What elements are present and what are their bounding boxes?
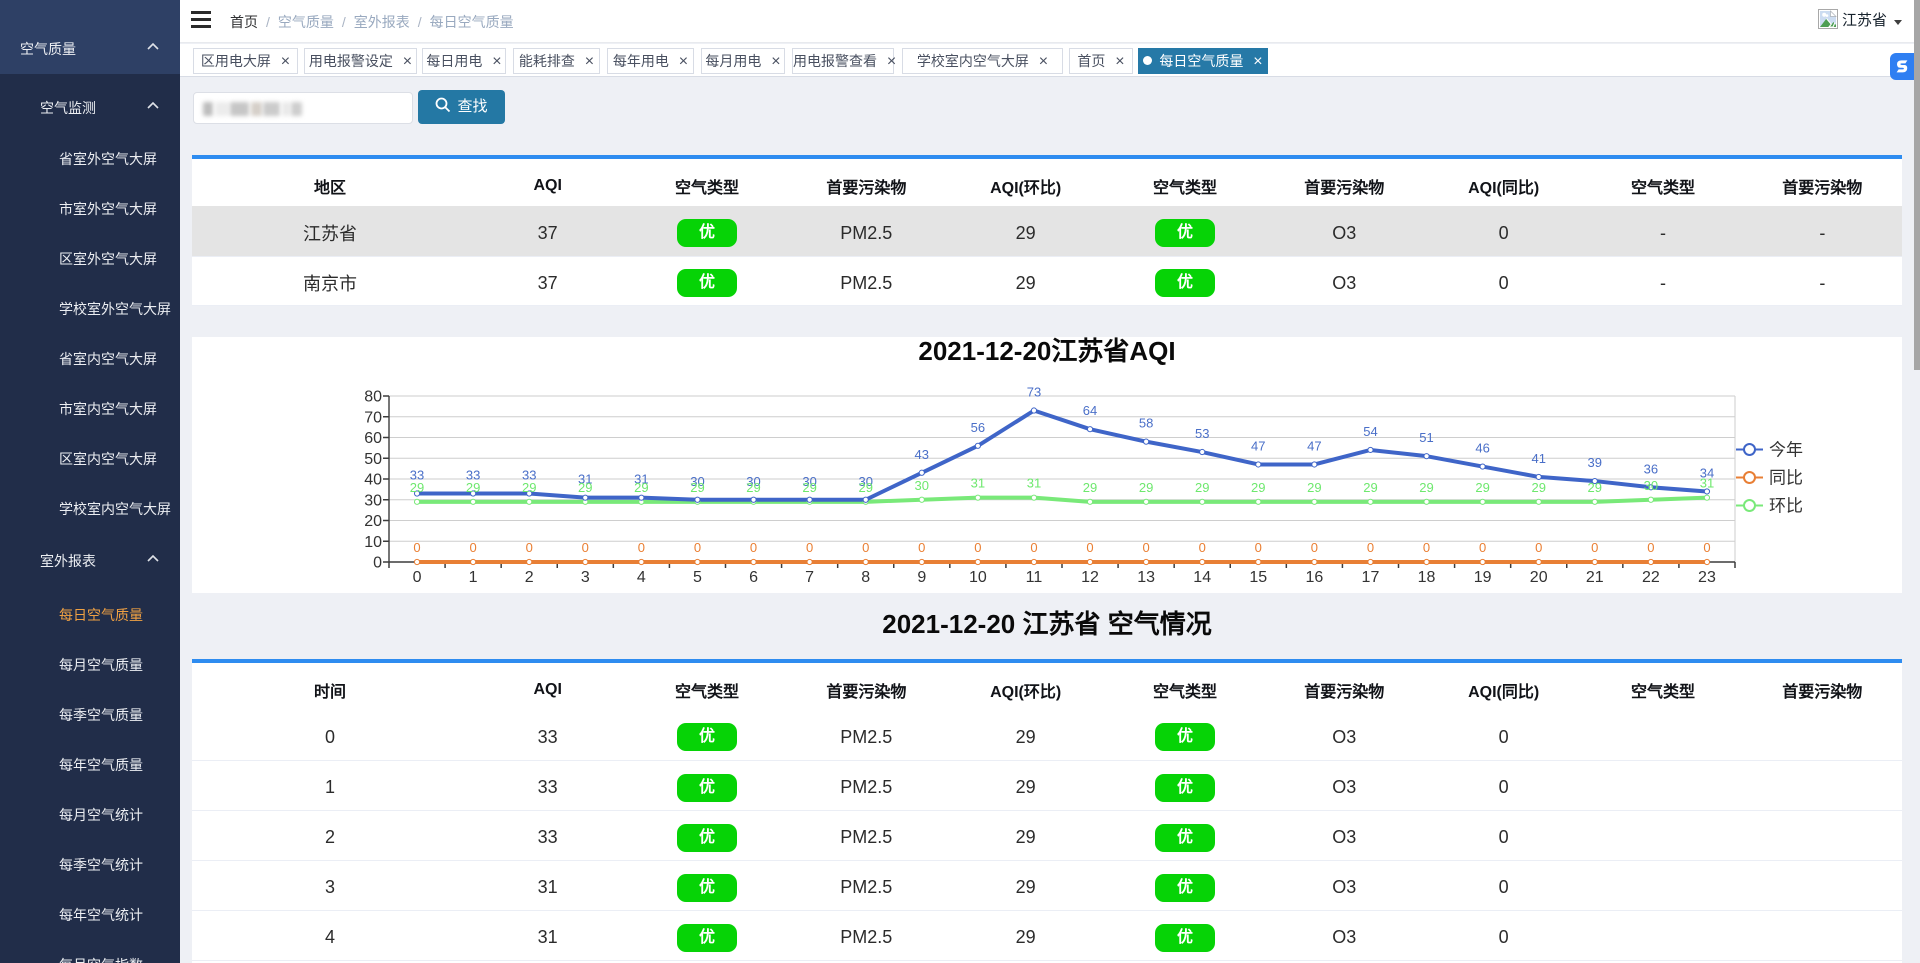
svg-text:0: 0 xyxy=(918,540,925,555)
svg-text:47: 47 xyxy=(1307,438,1321,453)
svg-text:23: 23 xyxy=(1698,569,1716,586)
svg-text:51: 51 xyxy=(1419,430,1433,445)
svg-text:36: 36 xyxy=(1644,461,1658,476)
svg-text:29: 29 xyxy=(858,480,872,495)
svg-text:31: 31 xyxy=(1700,476,1714,491)
svg-text:20: 20 xyxy=(1530,569,1548,586)
svg-text:12: 12 xyxy=(1081,569,1099,586)
svg-text:0: 0 xyxy=(694,540,701,555)
svg-text:3: 3 xyxy=(581,569,590,586)
svg-text:7: 7 xyxy=(805,569,814,586)
svg-text:39: 39 xyxy=(1588,455,1602,470)
svg-text:17: 17 xyxy=(1362,569,1380,586)
svg-text:41: 41 xyxy=(1531,451,1545,466)
svg-text:70: 70 xyxy=(364,409,382,426)
svg-text:18: 18 xyxy=(1418,569,1436,586)
svg-text:20: 20 xyxy=(364,513,382,530)
svg-text:30: 30 xyxy=(364,492,382,509)
svg-text:0: 0 xyxy=(638,540,645,555)
svg-text:29: 29 xyxy=(1363,480,1377,495)
svg-text:15: 15 xyxy=(1249,569,1267,586)
svg-text:40: 40 xyxy=(364,472,382,489)
svg-text:29: 29 xyxy=(410,480,424,495)
svg-text:29: 29 xyxy=(466,480,480,495)
svg-text:29: 29 xyxy=(634,480,648,495)
svg-text:6: 6 xyxy=(749,569,758,586)
svg-text:30: 30 xyxy=(1644,478,1658,493)
svg-text:0: 0 xyxy=(413,540,420,555)
svg-text:58: 58 xyxy=(1139,416,1153,431)
svg-text:43: 43 xyxy=(915,447,929,462)
svg-text:30: 30 xyxy=(915,478,929,493)
svg-text:29: 29 xyxy=(1083,480,1097,495)
svg-text:2: 2 xyxy=(525,569,534,586)
svg-text:10: 10 xyxy=(364,534,382,551)
svg-text:22: 22 xyxy=(1642,569,1660,586)
svg-text:今年: 今年 xyxy=(1769,441,1803,460)
svg-text:29: 29 xyxy=(522,480,536,495)
svg-text:0: 0 xyxy=(974,540,981,555)
svg-text:80: 80 xyxy=(364,389,382,406)
svg-text:0: 0 xyxy=(1086,540,1093,555)
svg-text:0: 0 xyxy=(373,555,382,572)
svg-text:0: 0 xyxy=(1703,540,1710,555)
svg-text:29: 29 xyxy=(1531,480,1545,495)
svg-text:0: 0 xyxy=(526,540,533,555)
svg-text:0: 0 xyxy=(750,540,757,555)
svg-text:0: 0 xyxy=(1423,540,1430,555)
svg-text:0: 0 xyxy=(582,540,589,555)
svg-text:73: 73 xyxy=(1027,385,1041,400)
svg-text:53: 53 xyxy=(1195,426,1209,441)
svg-text:0: 0 xyxy=(1535,540,1542,555)
svg-text:29: 29 xyxy=(802,480,816,495)
svg-text:64: 64 xyxy=(1083,403,1097,418)
svg-text:2021-12-20江苏省AQI: 2021-12-20江苏省AQI xyxy=(918,337,1175,366)
svg-text:21: 21 xyxy=(1586,569,1604,586)
svg-text:0: 0 xyxy=(862,540,869,555)
svg-text:31: 31 xyxy=(1027,476,1041,491)
svg-text:0: 0 xyxy=(1255,540,1262,555)
svg-text:50: 50 xyxy=(364,451,382,468)
svg-text:10: 10 xyxy=(969,569,987,586)
svg-text:46: 46 xyxy=(1475,441,1489,456)
svg-text:0: 0 xyxy=(470,540,477,555)
svg-text:环比: 环比 xyxy=(1769,497,1803,516)
svg-text:56: 56 xyxy=(971,420,985,435)
svg-text:29: 29 xyxy=(1419,480,1433,495)
svg-text:29: 29 xyxy=(746,480,760,495)
svg-text:14: 14 xyxy=(1193,569,1211,586)
svg-text:8: 8 xyxy=(861,569,870,586)
svg-text:29: 29 xyxy=(1588,480,1602,495)
svg-text:60: 60 xyxy=(364,430,382,447)
svg-text:5: 5 xyxy=(693,569,702,586)
svg-text:13: 13 xyxy=(1137,569,1155,586)
svg-text:0: 0 xyxy=(1647,540,1654,555)
svg-text:0: 0 xyxy=(1591,540,1598,555)
svg-text:0: 0 xyxy=(1367,540,1374,555)
svg-text:29: 29 xyxy=(1307,480,1321,495)
svg-text:29: 29 xyxy=(1139,480,1153,495)
svg-text:31: 31 xyxy=(971,476,985,491)
svg-text:47: 47 xyxy=(1251,438,1265,453)
svg-text:29: 29 xyxy=(578,480,592,495)
svg-text:54: 54 xyxy=(1363,424,1377,439)
svg-text:16: 16 xyxy=(1305,569,1323,586)
svg-text:29: 29 xyxy=(1475,480,1489,495)
svg-text:0: 0 xyxy=(1143,540,1150,555)
svg-text:0: 0 xyxy=(1311,540,1318,555)
svg-text:4: 4 xyxy=(637,569,646,586)
svg-text:同比: 同比 xyxy=(1769,469,1803,488)
svg-text:0: 0 xyxy=(413,569,422,586)
svg-text:29: 29 xyxy=(690,480,704,495)
svg-text:29: 29 xyxy=(1251,480,1265,495)
svg-text:29: 29 xyxy=(1195,480,1209,495)
svg-text:19: 19 xyxy=(1474,569,1492,586)
svg-text:0: 0 xyxy=(1479,540,1486,555)
svg-text:0: 0 xyxy=(806,540,813,555)
svg-text:0: 0 xyxy=(1199,540,1206,555)
svg-text:11: 11 xyxy=(1026,569,1043,586)
svg-text:0: 0 xyxy=(1030,540,1037,555)
svg-text:9: 9 xyxy=(917,569,926,586)
svg-text:1: 1 xyxy=(469,569,478,586)
